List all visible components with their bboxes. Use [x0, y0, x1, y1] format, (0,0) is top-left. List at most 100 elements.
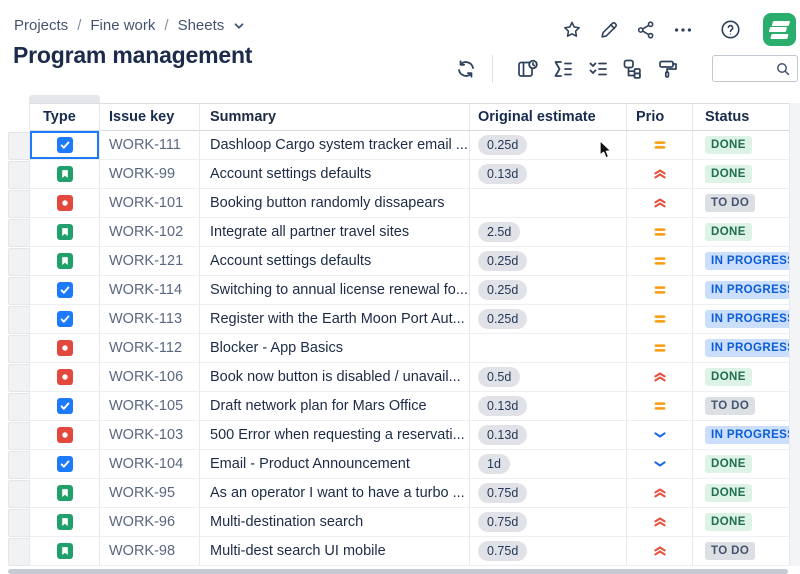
share-icon[interactable] — [634, 18, 658, 42]
cell-type[interactable] — [29, 218, 100, 247]
row-handle[interactable] — [8, 392, 29, 421]
cell-type[interactable] — [29, 392, 100, 421]
horizontal-scrollbar[interactable] — [8, 569, 788, 574]
cell-summary[interactable]: Multi-destination search — [200, 508, 470, 537]
vertical-scrollbar[interactable] — [790, 103, 800, 566]
row-handle[interactable] — [8, 363, 29, 392]
cell-priority[interactable] — [627, 479, 693, 508]
column-header-status[interactable]: Status — [693, 103, 790, 131]
row-handle[interactable] — [8, 218, 29, 247]
cell-original-estimate[interactable]: 0.13d — [470, 392, 627, 421]
cell-type[interactable] — [29, 334, 100, 363]
cell-issue-key[interactable]: WORK-104 — [100, 450, 200, 479]
cell-status[interactable]: TO DO — [693, 189, 790, 218]
cell-priority[interactable] — [627, 537, 693, 566]
row-handle[interactable] — [8, 508, 29, 537]
cell-status[interactable]: IN PROGRESS — [693, 305, 790, 334]
row-handle[interactable] — [8, 276, 29, 305]
cell-issue-key[interactable]: WORK-111 — [100, 131, 200, 160]
cell-original-estimate[interactable]: 0.25d — [470, 247, 627, 276]
cell-original-estimate[interactable]: 0.75d — [470, 508, 627, 537]
row-handle[interactable] — [8, 189, 29, 218]
cell-issue-key[interactable]: WORK-103 — [100, 421, 200, 450]
cell-summary[interactable]: Blocker - App Basics — [200, 334, 470, 363]
cell-issue-key[interactable]: WORK-113 — [100, 305, 200, 334]
row-handle[interactable] — [8, 537, 29, 566]
cell-summary[interactable]: Dashloop Cargo system tracker email ... — [200, 131, 470, 160]
cell-original-estimate[interactable]: 0.13d — [470, 160, 627, 189]
cell-status[interactable]: DONE — [693, 218, 790, 247]
column-header-issue-key[interactable]: Issue key — [100, 103, 200, 131]
cell-summary[interactable]: 500 Error when requesting a reservati... — [200, 421, 470, 450]
cell-type[interactable] — [29, 160, 100, 189]
cell-summary[interactable]: Account settings defaults — [200, 247, 470, 276]
cell-issue-key[interactable]: WORK-96 — [100, 508, 200, 537]
row-handle[interactable] — [8, 479, 29, 508]
hierarchy-icon[interactable] — [621, 57, 645, 81]
cell-status[interactable]: DONE — [693, 450, 790, 479]
help-icon[interactable] — [718, 18, 742, 42]
search-input[interactable] — [719, 57, 779, 80]
cell-original-estimate[interactable]: 2.5d — [470, 218, 627, 247]
cell-status[interactable]: DONE — [693, 508, 790, 537]
cell-type[interactable] — [29, 276, 100, 305]
row-handle[interactable] — [8, 421, 29, 450]
cell-original-estimate[interactable]: 0.25d — [470, 305, 627, 334]
cell-summary[interactable]: Switching to annual license renewal fo..… — [200, 276, 470, 305]
cell-summary[interactable]: Book now button is disabled / unavail... — [200, 363, 470, 392]
cell-type[interactable] — [29, 421, 100, 450]
cell-issue-key[interactable]: WORK-102 — [100, 218, 200, 247]
cell-summary[interactable]: Multi-dest search UI mobile — [200, 537, 470, 566]
row-handle[interactable] — [8, 131, 29, 160]
cell-original-estimate[interactable] — [470, 189, 627, 218]
cell-summary[interactable]: Register with the Earth Moon Port Aut... — [200, 305, 470, 334]
cell-type[interactable] — [29, 479, 100, 508]
cell-status[interactable]: IN PROGRESS — [693, 276, 790, 305]
cell-original-estimate[interactable]: 0.5d — [470, 363, 627, 392]
cell-status[interactable]: IN PROGRESS — [693, 421, 790, 450]
cell-type[interactable] — [29, 508, 100, 537]
cell-summary[interactable]: Booking button randomly dissapears — [200, 189, 470, 218]
column-header-type[interactable]: Type — [29, 103, 100, 131]
cell-summary[interactable]: As an operator I want to have a turbo ..… — [200, 479, 470, 508]
cell-type[interactable] — [29, 450, 100, 479]
checklist-icon[interactable] — [586, 57, 610, 81]
cell-issue-key[interactable]: WORK-114 — [100, 276, 200, 305]
cell-issue-key[interactable]: WORK-121 — [100, 247, 200, 276]
cell-original-estimate[interactable] — [470, 334, 627, 363]
app-logo[interactable] — [763, 13, 796, 46]
star-icon[interactable] — [560, 18, 584, 42]
cell-issue-key[interactable]: WORK-112 — [100, 334, 200, 363]
cell-original-estimate[interactable]: 0.25d — [470, 131, 627, 160]
cell-priority[interactable] — [627, 421, 693, 450]
cell-priority[interactable] — [627, 160, 693, 189]
cell-issue-key[interactable]: WORK-105 — [100, 392, 200, 421]
cell-type[interactable] — [29, 131, 100, 160]
cell-status[interactable]: TO DO — [693, 537, 790, 566]
cell-original-estimate[interactable]: 1d — [470, 450, 627, 479]
cell-priority[interactable] — [627, 508, 693, 537]
cell-status[interactable]: DONE — [693, 479, 790, 508]
cell-status[interactable]: DONE — [693, 363, 790, 392]
cell-issue-key[interactable]: WORK-99 — [100, 160, 200, 189]
row-handle[interactable] — [8, 160, 29, 189]
chevron-down-icon[interactable] — [231, 18, 247, 34]
cell-type[interactable] — [29, 537, 100, 566]
cell-type[interactable] — [29, 305, 100, 334]
cell-priority[interactable] — [627, 450, 693, 479]
more-icon[interactable] — [671, 18, 695, 42]
details-clock-icon[interactable] — [516, 57, 540, 81]
paint-roller-icon[interactable] — [656, 57, 680, 81]
cell-priority[interactable] — [627, 131, 693, 160]
cell-type[interactable] — [29, 189, 100, 218]
cell-priority[interactable] — [627, 363, 693, 392]
cell-priority[interactable] — [627, 189, 693, 218]
cell-summary[interactable]: Draft network plan for Mars Office — [200, 392, 470, 421]
row-handle[interactable] — [8, 334, 29, 363]
row-handle[interactable] — [8, 247, 29, 276]
cell-priority[interactable] — [627, 247, 693, 276]
column-header-prio[interactable]: Prio — [627, 103, 693, 131]
refresh-icon[interactable] — [454, 57, 478, 81]
breadcrumb-fine-work[interactable]: Fine work — [90, 17, 155, 34]
cell-status[interactable]: IN PROGRESS — [693, 247, 790, 276]
